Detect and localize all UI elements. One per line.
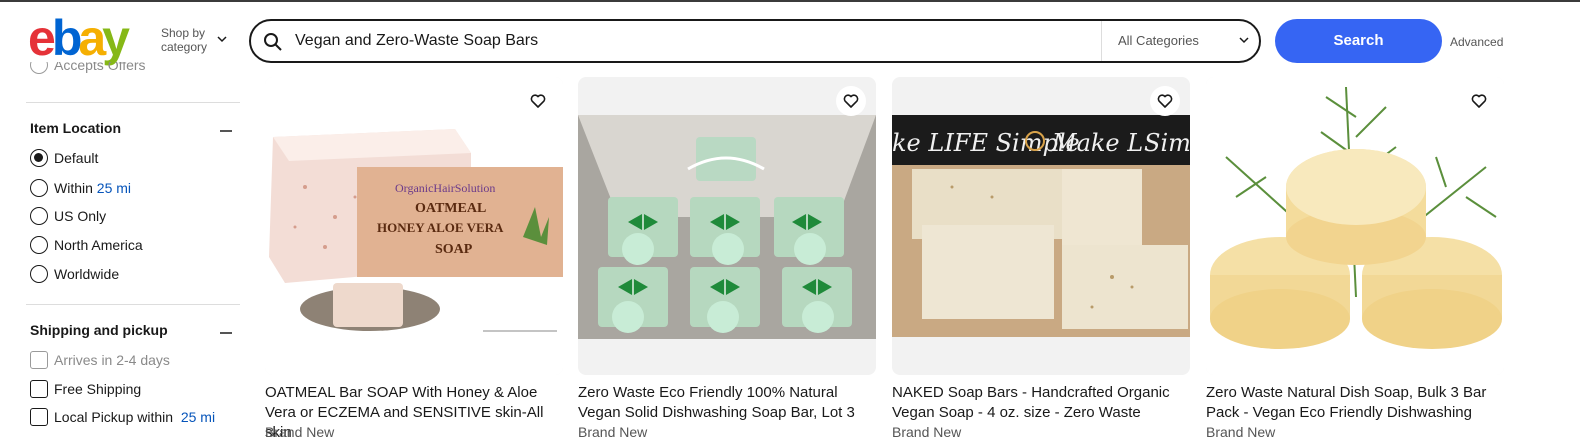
- collapse-icon[interactable]: [220, 130, 232, 132]
- collapse-icon[interactable]: [220, 332, 232, 334]
- dish-soap-3-pack-image: [1206, 77, 1504, 375]
- watch-heart-button[interactable]: [523, 86, 553, 116]
- item-location-heading[interactable]: Item Location: [30, 120, 121, 136]
- search-input[interactable]: [295, 29, 1095, 53]
- listing-condition: Brand New: [892, 424, 962, 440]
- listing-condition: Brand New: [265, 424, 335, 440]
- shipping-option-arrives[interactable]: Arrives in 2-4 days: [30, 350, 170, 370]
- heart-icon: [1157, 94, 1173, 108]
- divider: [26, 304, 240, 305]
- shipping-heading[interactable]: Shipping and pickup: [30, 322, 168, 338]
- naked-soap-bars-image: ke LIFE Simple Make L Simp: [892, 115, 1190, 337]
- shipping-option-free[interactable]: Free Shipping: [30, 379, 141, 399]
- radio-button[interactable]: [30, 265, 48, 284]
- ebay-logo[interactable]: ebay: [28, 12, 130, 64]
- svg-text:HONEY ALOE VERA: HONEY ALOE VERA: [377, 220, 504, 235]
- listing-title[interactable]: Zero Waste Natural Dish Soap, Bulk 3 Bar…: [1206, 383, 1506, 423]
- location-option-within[interactable]: Within 25 mi: [30, 178, 131, 198]
- heart-icon: [1471, 94, 1487, 108]
- product-image[interactable]: ke LIFE Simple Make L Simp: [892, 77, 1190, 375]
- search-icon: [264, 33, 282, 51]
- svg-text:OATMEAL: OATMEAL: [415, 201, 486, 216]
- radio-button[interactable]: [30, 207, 48, 226]
- oatmeal-soap-image: OrganicHairSolution OATMEAL HONEY ALOE V…: [265, 77, 563, 375]
- heart-icon: [530, 94, 546, 108]
- filter-sidebar: Accepts Offers Item Location Default Wit…: [26, 60, 240, 447]
- shipping-option-local-pickup[interactable]: Local Pickup within 25 mi: [30, 407, 215, 427]
- location-option-worldwide[interactable]: Worldwide: [30, 264, 119, 284]
- shop-by-category-button[interactable]: Shop by category: [161, 26, 227, 54]
- checkbox[interactable]: [30, 408, 48, 427]
- listing-title[interactable]: Zero Waste Eco Friendly 100% Natural Veg…: [578, 383, 878, 423]
- radio-button[interactable]: [30, 62, 48, 74]
- product-image[interactable]: [1206, 77, 1504, 375]
- distance-link[interactable]: 25 mi: [97, 180, 131, 196]
- watch-heart-button[interactable]: [836, 86, 866, 116]
- svg-text:OrganicHairSolution: OrganicHairSolution: [395, 181, 495, 195]
- svg-text:Simp: Simp: [1144, 129, 1190, 157]
- svg-text:Make L: Make L: [1051, 129, 1143, 157]
- listing-condition: Brand New: [578, 424, 648, 440]
- location-option-north-america[interactable]: North America: [30, 235, 143, 255]
- product-image[interactable]: OrganicHairSolution OATMEAL HONEY ALOE V…: [265, 77, 563, 375]
- advanced-search-link[interactable]: Advanced: [1450, 35, 1503, 49]
- dish-soap-lot-image: [578, 115, 876, 339]
- location-option-default[interactable]: Default: [30, 148, 98, 168]
- checkbox[interactable]: [30, 351, 48, 370]
- listing-condition: Brand New: [1206, 424, 1276, 440]
- heart-icon: [843, 94, 859, 108]
- distance-link[interactable]: 25 mi: [181, 409, 215, 425]
- svg-text:SOAP: SOAP: [435, 242, 473, 257]
- watch-heart-button[interactable]: [1150, 86, 1180, 116]
- product-image[interactable]: [578, 77, 876, 375]
- listing-title[interactable]: NAKED Soap Bars - Handcrafted Organic Ve…: [892, 383, 1192, 423]
- radio-button[interactable]: [30, 149, 48, 168]
- divider: [26, 102, 240, 103]
- category-select[interactable]: All Categories: [1101, 21, 1261, 61]
- radio-button[interactable]: [30, 179, 48, 198]
- radio-button[interactable]: [30, 236, 48, 255]
- search-bar: All Categories: [249, 19, 1261, 63]
- checkbox[interactable]: [30, 380, 48, 399]
- accepts-offers-option[interactable]: Accepts Offers: [30, 62, 146, 76]
- location-option-us-only[interactable]: US Only: [30, 206, 106, 226]
- watch-heart-button[interactable]: [1464, 86, 1494, 116]
- chevron-down-icon: [1239, 37, 1249, 44]
- chevron-down-icon: [217, 36, 227, 43]
- search-button[interactable]: Search: [1275, 19, 1442, 63]
